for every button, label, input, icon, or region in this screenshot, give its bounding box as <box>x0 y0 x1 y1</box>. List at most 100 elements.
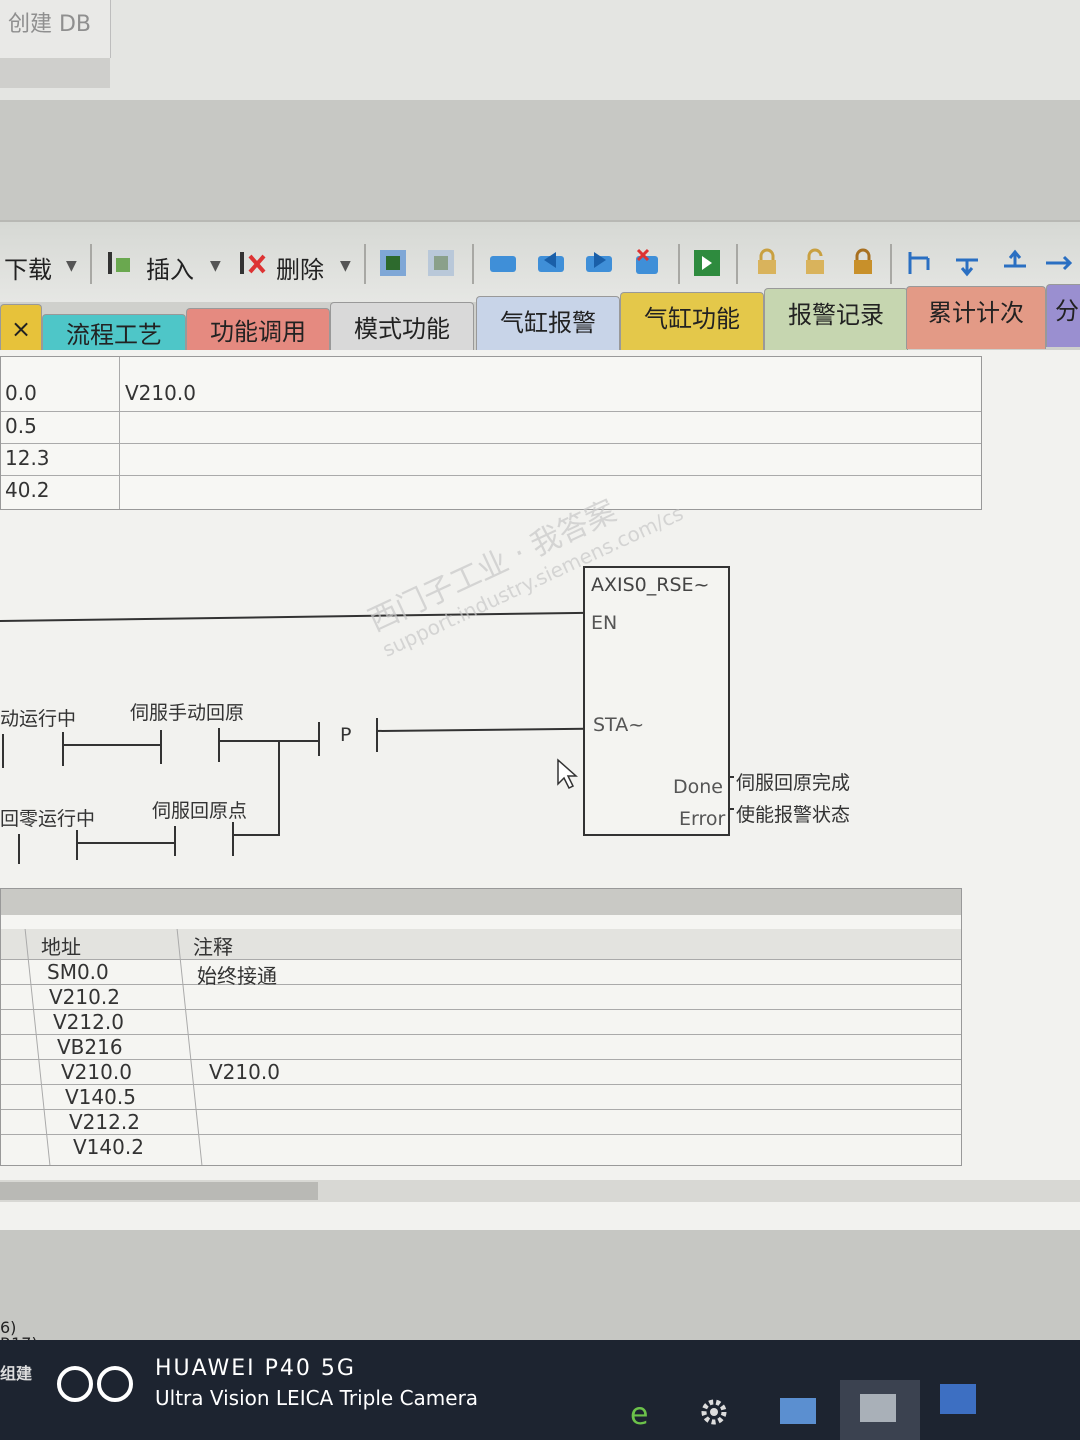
toolbar-separator <box>678 244 680 284</box>
mouse-cursor-icon <box>557 758 578 790</box>
address-cell: V212.2 <box>69 1110 140 1134</box>
contact[interactable] <box>174 826 176 856</box>
wire <box>218 740 318 742</box>
tab-label: 报警记录 <box>788 301 884 329</box>
column-header-comment: 注释 <box>193 935 233 959</box>
table-row[interactable]: VB216 <box>1 1035 961 1060</box>
contact[interactable] <box>232 822 234 856</box>
explorer-app-icon[interactable] <box>780 1398 816 1424</box>
address-cell: V140.2 <box>73 1135 144 1159</box>
parallel-branch-wire <box>278 742 280 836</box>
function-block-axis0-rse[interactable]: AXIS0_RSE~ EN STA~ Done Error <box>583 566 730 836</box>
scrollbar-thumb[interactable] <box>0 1182 318 1200</box>
toolbar-separator <box>472 244 474 284</box>
table-row[interactable]: V212.0 <box>1 1010 961 1035</box>
box-icon[interactable] <box>488 248 518 278</box>
tab-mode-function[interactable]: 模式功能 <box>330 302 474 355</box>
top-band <box>0 0 1080 100</box>
window-chrome <box>0 100 1080 220</box>
network-icon[interactable] <box>426 248 456 278</box>
address-cell: SM0.0 <box>47 960 109 984</box>
line-down-icon[interactable] <box>952 248 982 278</box>
error-output-label: 使能报警状态 <box>736 804 851 826</box>
symbol-table-bottom: 地址 注释 SM0.0 始终接通 V210.2 V212.0 VB216 V21… <box>0 888 962 1166</box>
p-contact[interactable] <box>376 718 378 752</box>
create-db-button[interactable]: 创建 DB <box>0 0 111 58</box>
pin-sta: STA~ <box>593 714 645 736</box>
contact[interactable] <box>76 830 78 860</box>
forward-icon[interactable] <box>584 248 614 278</box>
gear-icon[interactable] <box>698 1396 730 1428</box>
tab-cylinder-function[interactable]: 气缸功能 <box>620 292 764 353</box>
close-icon[interactable]: × <box>11 315 31 343</box>
table-row[interactable]: 12.3 <box>1 444 981 476</box>
table-row[interactable]: V212.2 <box>1 1110 961 1135</box>
tab-function-call[interactable]: 功能调用 <box>186 308 330 355</box>
table-row[interactable]: V210.0 V210.0 <box>1 1060 961 1085</box>
horizontal-scrollbar[interactable] <box>0 1180 1080 1202</box>
tab-label: 累计计次 <box>928 299 1024 327</box>
delete-dropdown-icon[interactable]: ▼ <box>340 258 351 274</box>
table-row[interactable]: 40.2 <box>1 476 981 507</box>
insert-icon[interactable] <box>106 248 136 278</box>
address-cell: 12.3 <box>5 446 50 470</box>
toolbar-separator <box>736 244 738 284</box>
tab-close[interactable]: × <box>0 304 42 353</box>
go-icon[interactable] <box>692 248 722 278</box>
contact[interactable] <box>18 834 20 864</box>
tab-cumulative-count[interactable]: 累计计次 <box>906 286 1046 349</box>
comment-cell: V210.0 <box>209 1060 280 1084</box>
back-icon[interactable] <box>536 248 566 278</box>
tab-process[interactable]: 流程工艺 <box>42 314 186 355</box>
address-cell: V210.2 <box>49 985 120 1009</box>
plc-app-icon[interactable] <box>860 1394 896 1422</box>
line-up-icon[interactable] <box>1000 248 1030 278</box>
column-header-address: 地址 <box>41 935 81 959</box>
address-cell: VB216 <box>57 1035 123 1059</box>
table-row[interactable]: V140.2 <box>1 1135 961 1159</box>
done-output-label: 伺服回原完成 <box>736 772 851 794</box>
wire <box>76 842 176 844</box>
delete-button[interactable]: 删除 <box>276 250 324 285</box>
insert-dropdown-icon[interactable]: ▼ <box>210 258 221 274</box>
network-compile-icon[interactable] <box>378 248 408 278</box>
address-cell: 40.2 <box>5 478 50 502</box>
p-contact[interactable] <box>318 722 320 756</box>
address-cell: V212.0 <box>53 1010 124 1034</box>
p-label: P <box>340 724 352 746</box>
contact[interactable] <box>62 732 64 766</box>
delete-icon[interactable] <box>238 248 268 278</box>
wire <box>232 834 280 836</box>
camera-logo-icon <box>57 1366 133 1402</box>
contact[interactable] <box>218 728 220 762</box>
lock-add-icon[interactable] <box>848 248 878 278</box>
contact[interactable] <box>160 730 162 764</box>
line-right-icon[interactable] <box>1044 248 1074 278</box>
tab-more[interactable]: 分 <box>1046 284 1080 347</box>
insert-button[interactable]: 插入 <box>146 250 194 285</box>
table-row[interactable]: V140.5 <box>1 1085 961 1110</box>
tab-bar: × 流程工艺 功能调用 模式功能 气缸报警 气缸功能 报警记录 累计计次 分 <box>0 282 1080 355</box>
ids-app-icon[interactable] <box>940 1384 976 1414</box>
tab-alarm-record[interactable]: 报警记录 <box>764 288 908 351</box>
table-row[interactable]: 0.0 V210.0 <box>1 379 981 412</box>
download-button[interactable]: 下载 <box>4 250 52 285</box>
ie-app-icon[interactable]: e <box>626 1396 656 1432</box>
table-row[interactable]: SM0.0 始终接通 <box>1 960 961 988</box>
branch-icon[interactable] <box>904 248 934 278</box>
unlock-icon[interactable] <box>800 248 830 278</box>
camera-model: HUAWEI P40 5G <box>155 1356 356 1381</box>
table-header-bar <box>1 889 961 915</box>
table-row[interactable]: 0.5 <box>1 412 981 444</box>
tab-cylinder-alarm[interactable]: 气缸报警 <box>476 296 620 355</box>
pin-done: Done <box>673 776 723 798</box>
table-row[interactable]: V210.2 <box>1 985 961 1010</box>
comment-cell: V210.0 <box>125 381 196 405</box>
pin-en: EN <box>591 612 618 634</box>
download-dropdown-icon[interactable]: ▼ <box>66 258 77 274</box>
toolbar-separator <box>364 244 366 284</box>
lock-icon[interactable] <box>752 248 782 278</box>
toolbar-separator <box>890 244 892 284</box>
contact[interactable] <box>2 734 4 768</box>
remove-icon[interactable] <box>632 248 662 278</box>
